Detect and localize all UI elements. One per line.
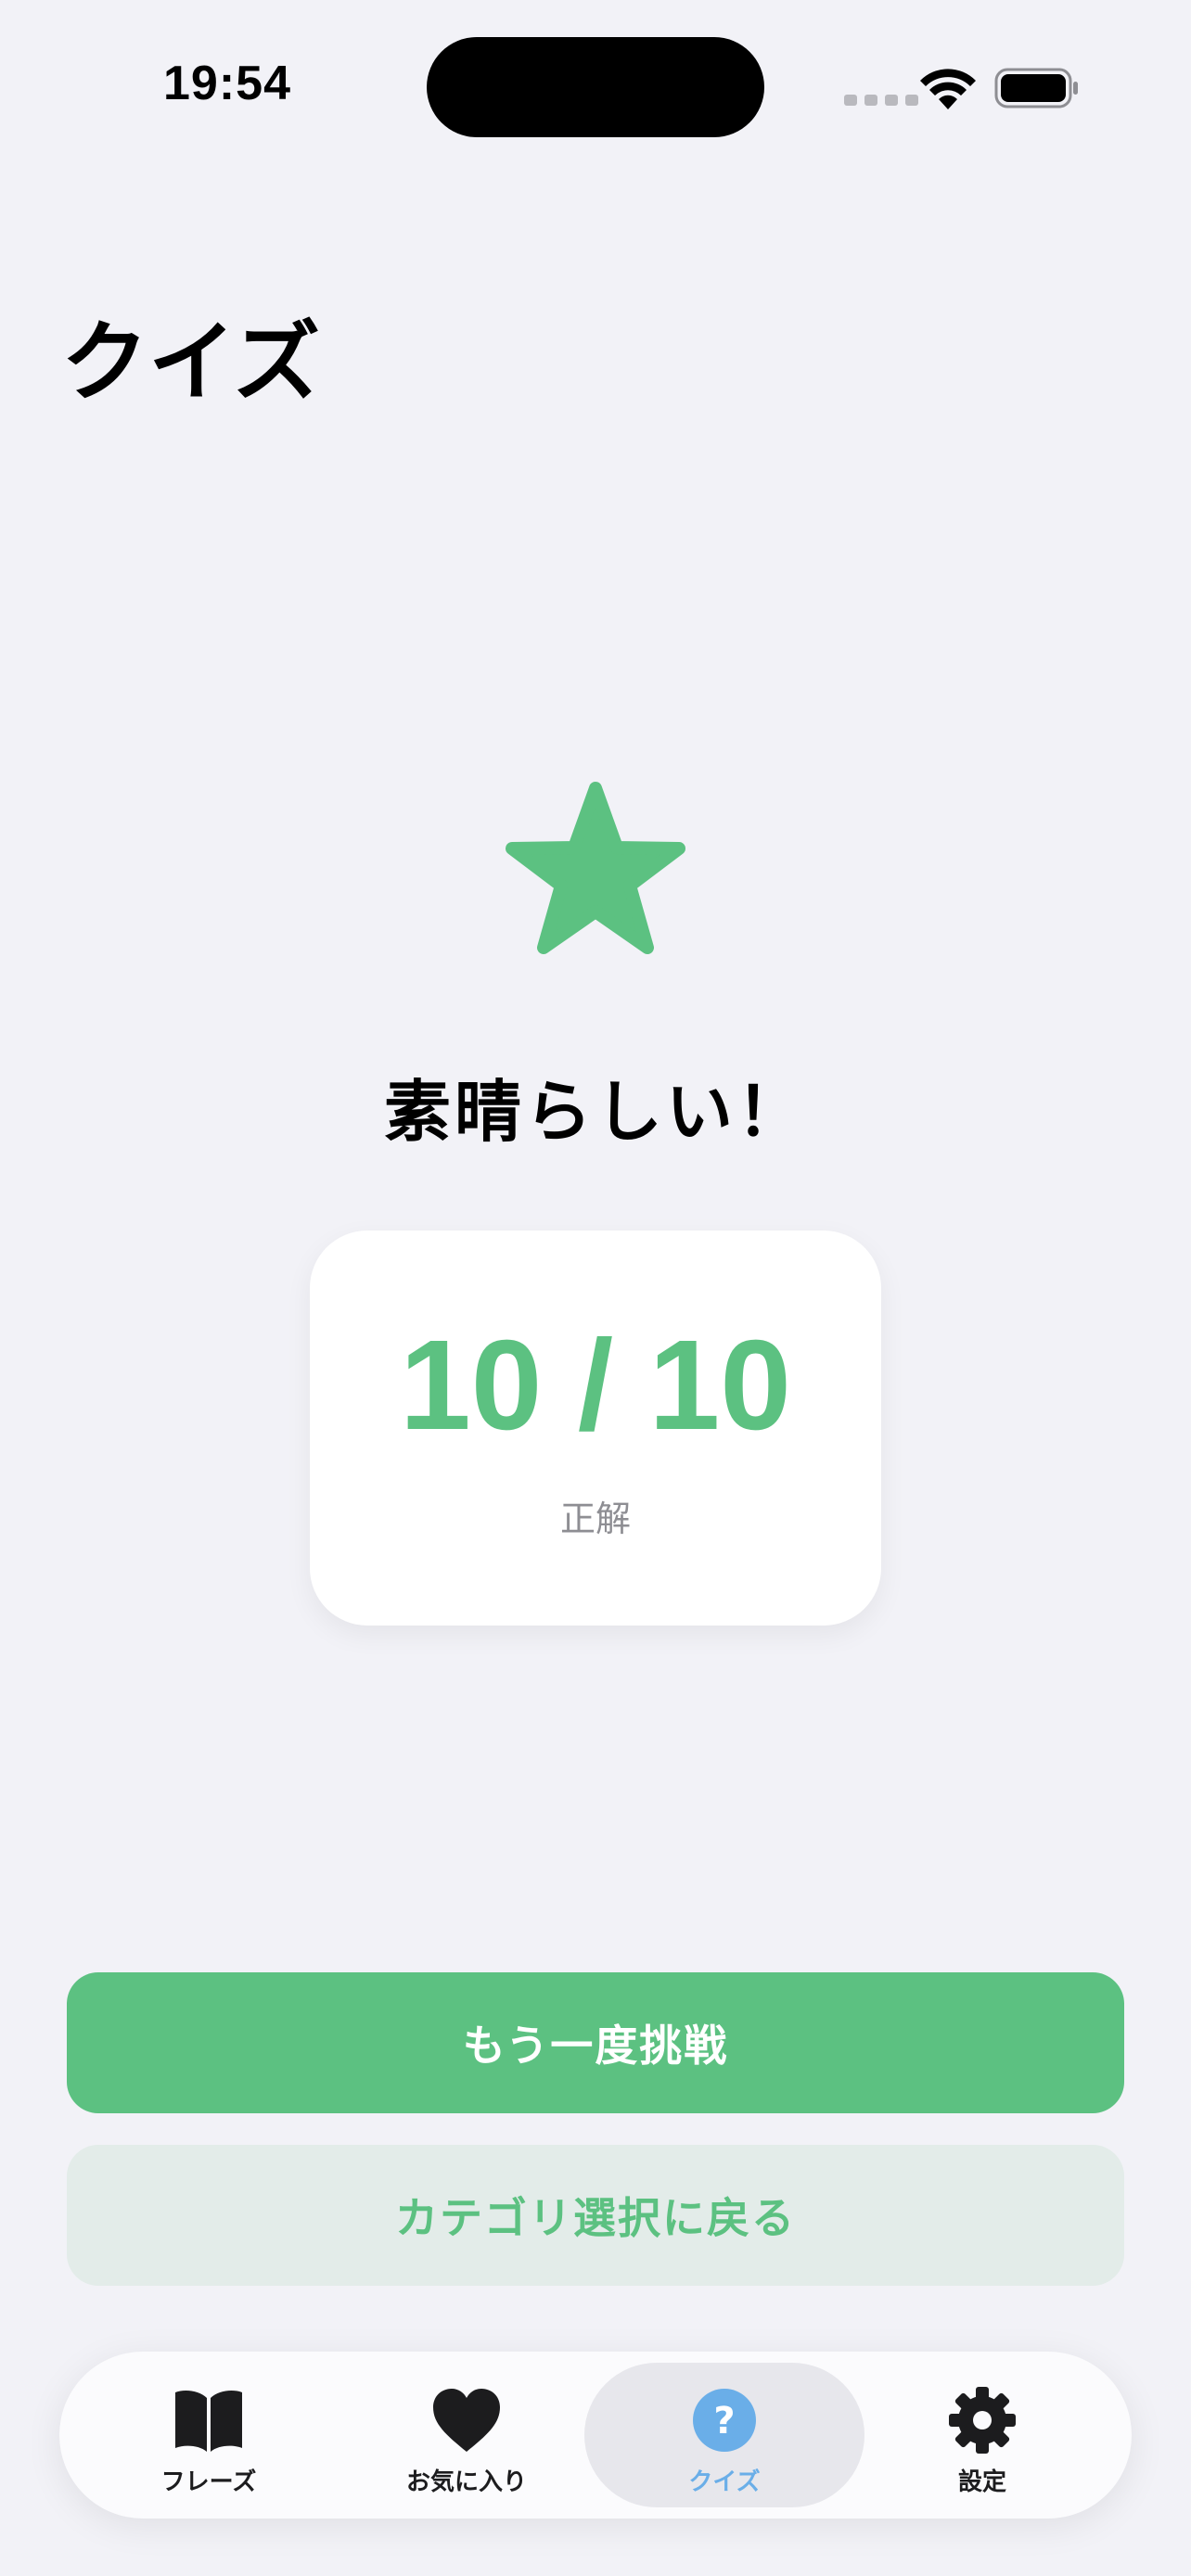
status-bar: 19:54 (0, 0, 1191, 176)
cellular-signal-icon (844, 95, 918, 106)
back-to-category-button[interactable]: カテゴリ選択に戻る (67, 2145, 1124, 2286)
score-value: 10 / 10 (399, 1314, 792, 1457)
book-icon (175, 2391, 242, 2452)
tab-label-quiz: クイズ (688, 2468, 761, 2496)
tab-favorites[interactable]: お気に入り (327, 2363, 607, 2507)
gear-icon (949, 2387, 1016, 2454)
status-time: 19:54 (163, 57, 291, 110)
wifi-icon (920, 69, 976, 109)
tab-label-phrases: フレーズ (160, 2468, 257, 2496)
retry-button[interactable]: もう一度挑戦 (67, 1972, 1124, 2113)
result-message: 素晴らしい！ (383, 1073, 807, 1151)
tab-bar: フレーズ お気に入り ? クイズ 設定 (59, 2352, 1132, 2519)
tab-label-settings: 設定 (957, 2468, 1006, 2496)
tab-settings[interactable]: 設定 (842, 2363, 1122, 2507)
svg-text:?: ? (713, 2400, 735, 2442)
tab-phrases[interactable]: フレーズ (69, 2363, 349, 2507)
dynamic-island (427, 37, 764, 137)
tab-quiz[interactable]: ? クイズ (584, 2363, 864, 2507)
page-title: クイズ (61, 312, 321, 414)
score-card: 10 / 10 正解 (310, 1231, 881, 1626)
heart-icon (433, 2389, 500, 2452)
star-icon (506, 782, 685, 954)
battery-icon (994, 68, 1078, 108)
question-icon: ? (693, 2389, 756, 2452)
score-label: 正解 (559, 1498, 631, 1539)
tab-label-favorites: お気に入り (405, 2468, 527, 2496)
